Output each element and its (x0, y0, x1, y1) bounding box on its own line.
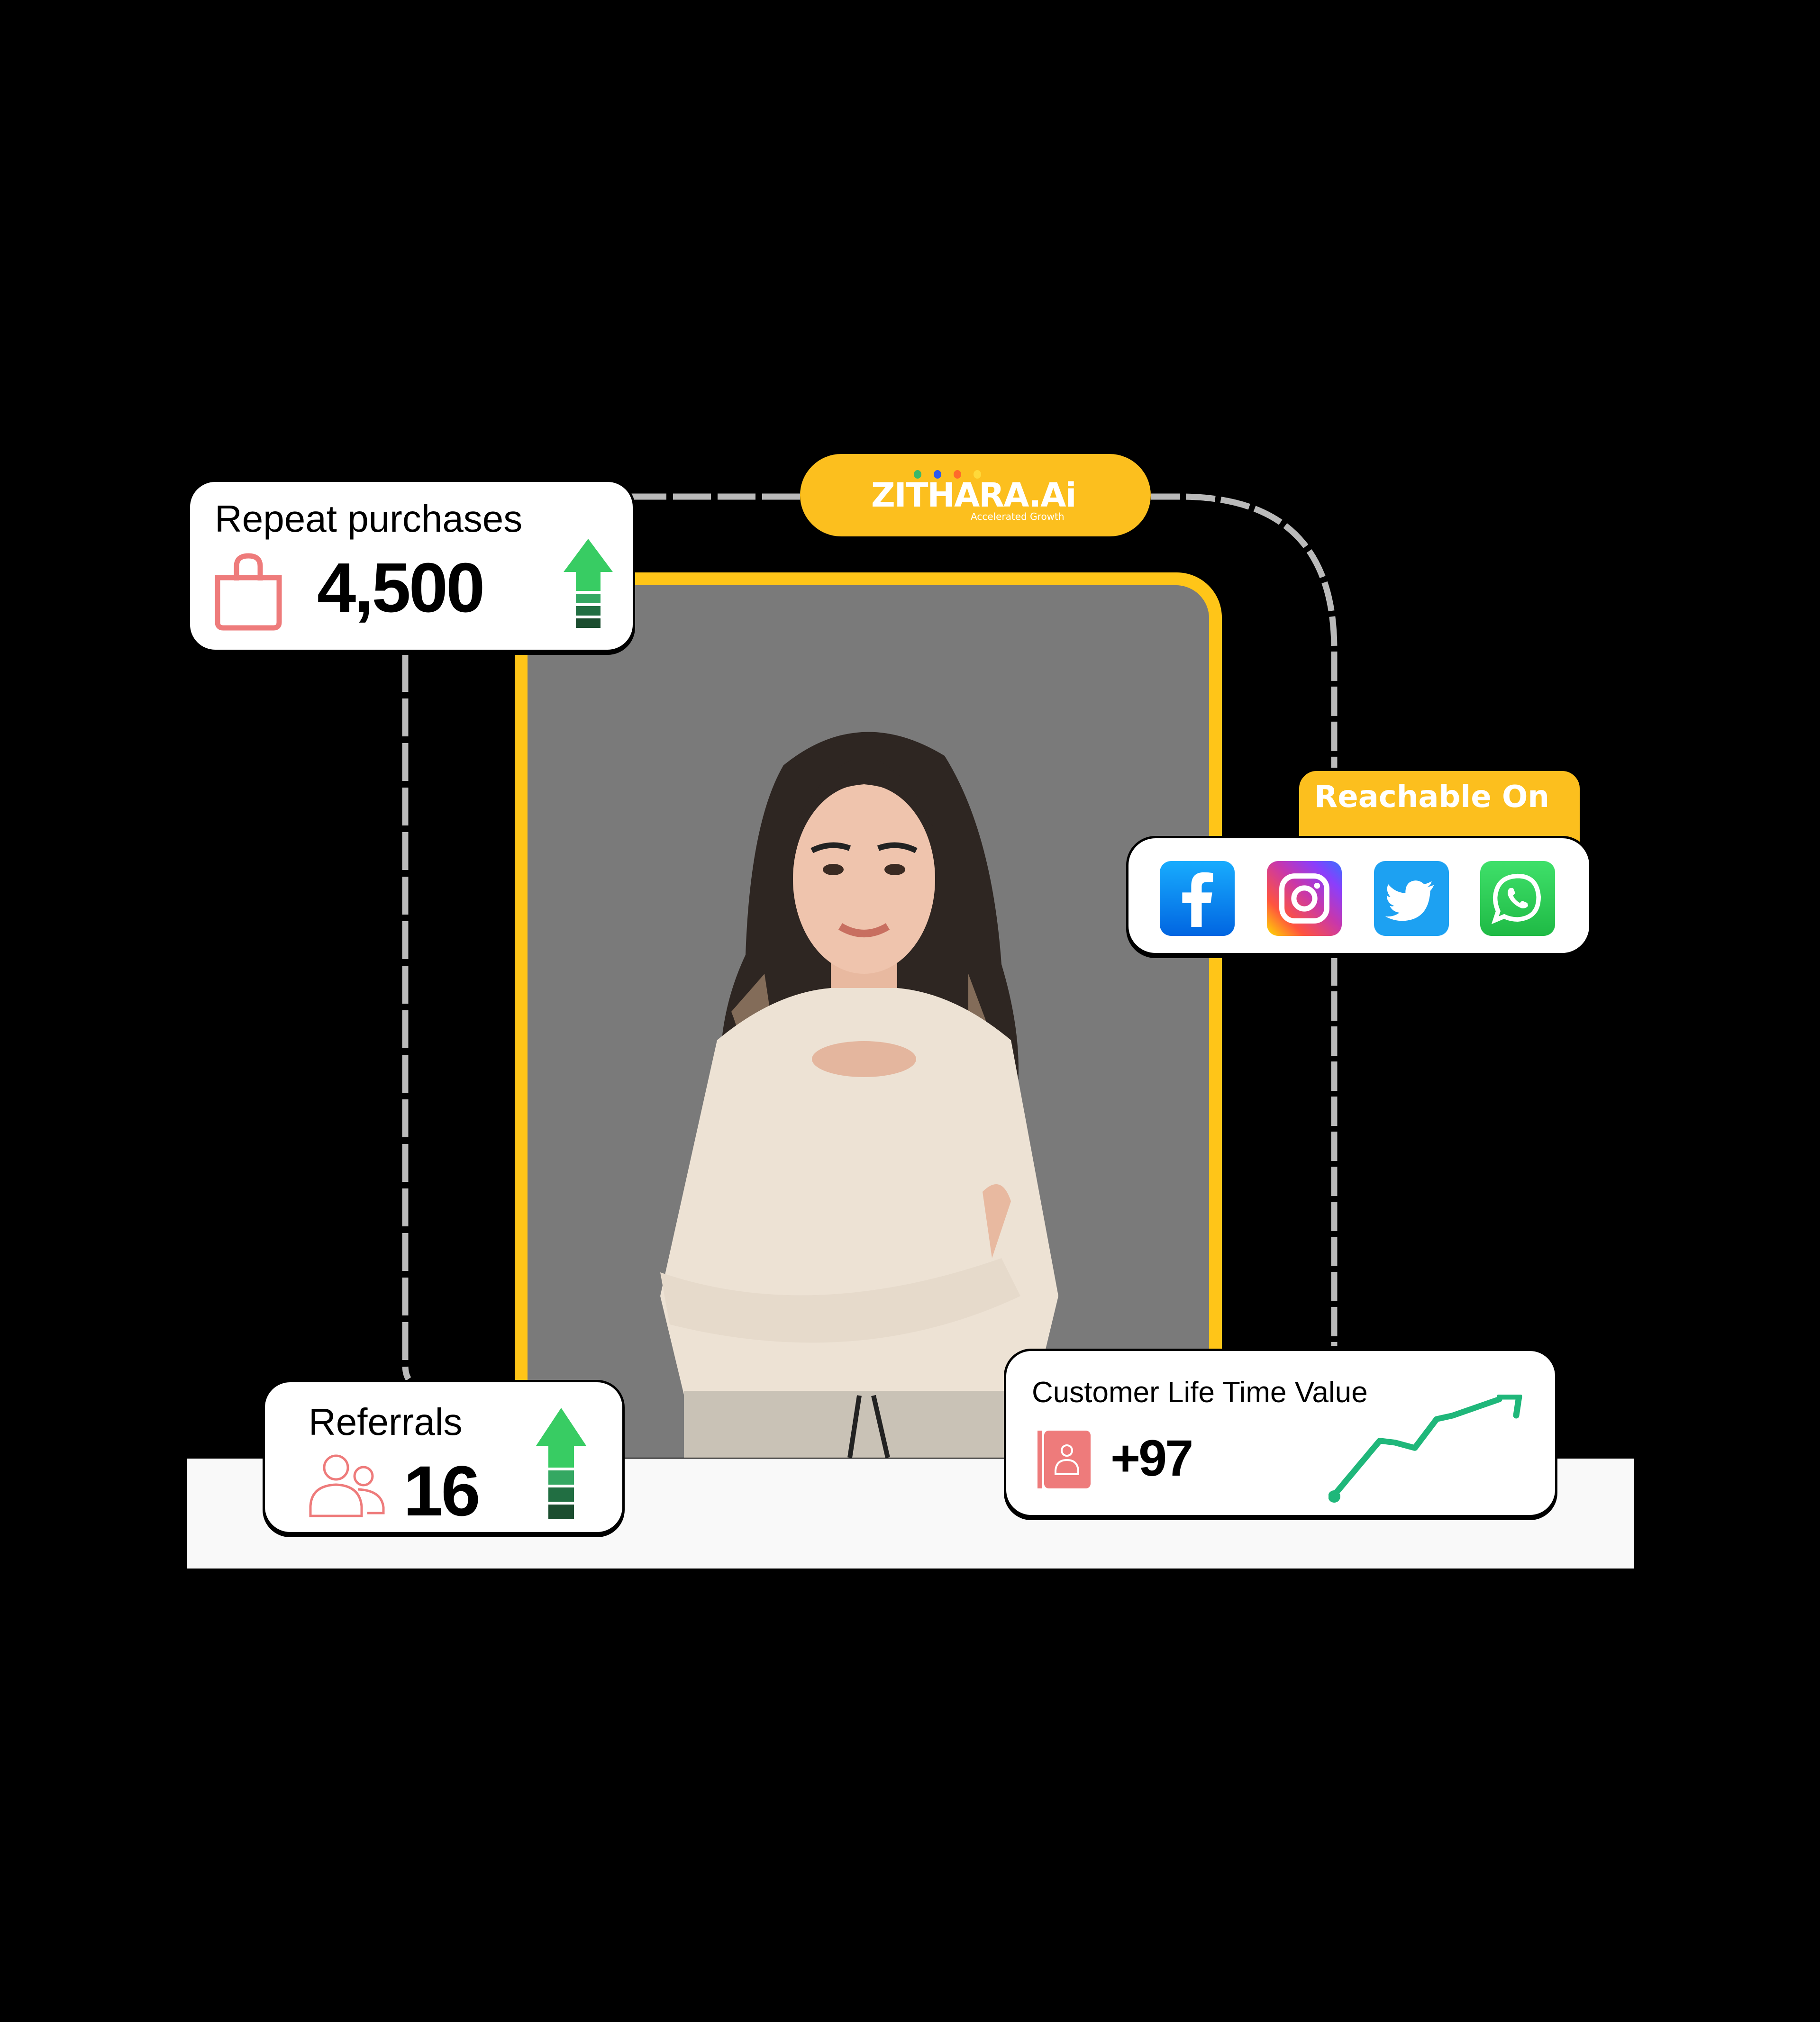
users-icon (309, 1454, 385, 1517)
brand-tagline: Accelerated Growth (971, 511, 1065, 522)
customer-lifetime-value-card: Customer Life Time Value +97 (1004, 1349, 1557, 1517)
clv-title: Customer Life Time Value (1032, 1376, 1368, 1409)
whatsapp-icon[interactable] (1480, 861, 1555, 936)
photo-frame (515, 572, 1222, 1458)
clv-value: +97 (1110, 1429, 1193, 1487)
trend-line-icon (1329, 1395, 1522, 1503)
referrals-title: Referrals (309, 1401, 463, 1443)
facebook-icon[interactable] (1160, 861, 1235, 936)
twitter-icon[interactable] (1374, 861, 1449, 936)
customer-photo (528, 585, 1209, 1458)
repeat-purchases-card: Repeat purchases 4,500 (188, 480, 635, 652)
referrals-card: Referrals 16 (263, 1380, 625, 1534)
trend-up-arrow-icon (564, 539, 613, 628)
instagram-icon[interactable] (1267, 861, 1342, 936)
brand-logo[interactable]: ZITHARA.Ai Accelerated Growth (800, 454, 1151, 536)
reachable-on-label: Reachable On (1314, 780, 1549, 815)
shopping-bag-icon (215, 553, 282, 631)
referrals-value: 16 (403, 1451, 481, 1531)
repeat-purchases-title: Repeat purchases (215, 498, 523, 540)
contact-book-icon (1037, 1431, 1091, 1488)
trend-up-arrow-icon (536, 1408, 586, 1519)
reachable-channels-card (1126, 836, 1592, 955)
brand-name: ZITHARA.Ai (871, 476, 1076, 515)
repeat-purchases-value: 4,500 (317, 549, 485, 627)
